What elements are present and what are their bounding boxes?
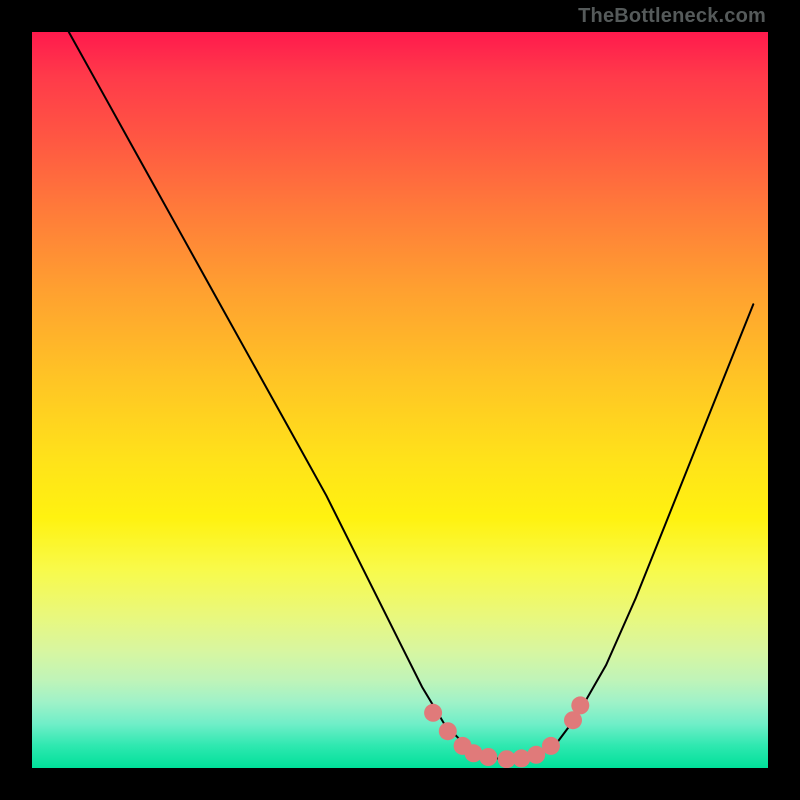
bottleneck-curve bbox=[69, 32, 754, 761]
highlight-dot bbox=[571, 696, 589, 714]
plot-area bbox=[32, 32, 768, 768]
chart-svg bbox=[32, 32, 768, 768]
watermark-text: TheBottleneck.com bbox=[578, 6, 766, 26]
highlight-dot bbox=[479, 748, 497, 766]
highlight-dot bbox=[439, 722, 457, 740]
highlight-dot bbox=[542, 737, 560, 755]
highlight-dot bbox=[424, 704, 442, 722]
curve-layer bbox=[69, 32, 754, 761]
chart-frame: TheBottleneck.com bbox=[0, 0, 800, 800]
